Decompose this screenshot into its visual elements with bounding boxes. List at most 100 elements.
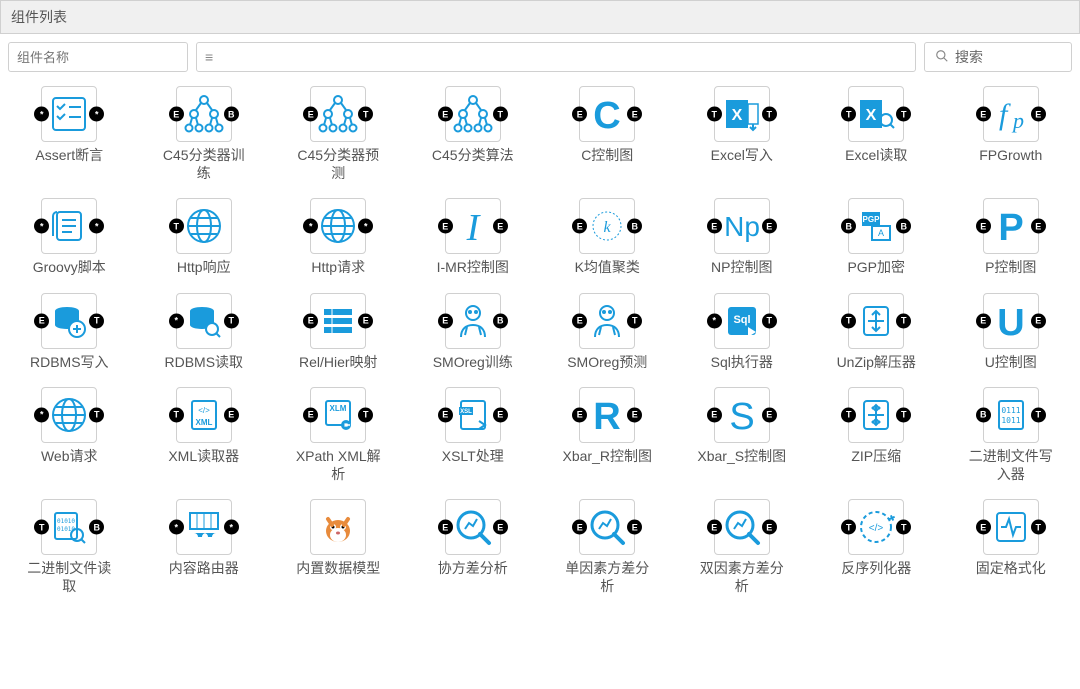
component-item[interactable]: EEXbar_S控制图 xyxy=(677,387,808,483)
port-left[interactable]: E xyxy=(303,407,318,422)
port-left[interactable]: E xyxy=(169,107,184,122)
component-item[interactable]: EBK均值聚类 xyxy=(542,198,673,276)
port-left[interactable]: E xyxy=(438,107,453,122)
port-right[interactable]: B xyxy=(89,520,104,535)
port-left[interactable]: E xyxy=(707,520,722,535)
port-left[interactable]: E xyxy=(572,520,587,535)
port-right[interactable]: T xyxy=(493,107,508,122)
component-item[interactable]: TTExcel写入 xyxy=(677,86,808,182)
port-right[interactable]: T xyxy=(224,313,239,328)
component-item[interactable]: EEI-MR控制图 xyxy=(408,198,539,276)
port-right[interactable]: T xyxy=(358,407,373,422)
port-right[interactable]: E xyxy=(627,407,642,422)
component-item[interactable]: BT二进制文件写入器 xyxy=(946,387,1077,483)
port-left[interactable]: T xyxy=(841,313,856,328)
component-item[interactable]: *TSql执行器 xyxy=(677,293,808,371)
component-item[interactable]: TTExcel读取 xyxy=(811,86,942,182)
component-item[interactable]: EE单因素方差分析 xyxy=(542,499,673,595)
port-left[interactable]: T xyxy=(841,520,856,535)
port-right[interactable]: E xyxy=(1031,219,1046,234)
component-item[interactable]: **Http请求 xyxy=(273,198,404,276)
component-item[interactable]: *TWeb请求 xyxy=(4,387,135,483)
port-right[interactable]: T xyxy=(89,313,104,328)
port-right[interactable]: E xyxy=(358,313,373,328)
component-item[interactable]: **Assert断言 xyxy=(4,86,135,182)
component-item[interactable]: TEXML读取器 xyxy=(139,387,270,483)
component-item[interactable]: **Groovy脚本 xyxy=(4,198,135,276)
port-right[interactable]: * xyxy=(89,219,104,234)
component-item[interactable]: EE协方差分析 xyxy=(408,499,539,595)
component-item[interactable]: ET固定格式化 xyxy=(946,499,1077,595)
component-item[interactable]: **内容路由器 xyxy=(139,499,270,595)
port-right[interactable]: B xyxy=(224,107,239,122)
port-right[interactable]: E xyxy=(762,407,777,422)
component-item[interactable]: 内置数据模型 xyxy=(273,499,404,595)
port-right[interactable]: T xyxy=(1031,520,1046,535)
component-item[interactable]: EBSMOreg训练 xyxy=(408,293,539,371)
port-right[interactable]: T xyxy=(1031,407,1046,422)
component-item[interactable]: TB二进制文件读取 xyxy=(4,499,135,595)
port-left[interactable]: E xyxy=(976,313,991,328)
port-right[interactable]: T xyxy=(762,313,777,328)
port-right[interactable]: T xyxy=(896,313,911,328)
component-item[interactable]: ETRDBMS写入 xyxy=(4,293,135,371)
component-item[interactable]: EEFPGrowth xyxy=(946,86,1077,182)
port-left[interactable]: E xyxy=(438,219,453,234)
component-item[interactable]: ETC45分类器预测 xyxy=(273,86,404,182)
port-left[interactable]: E xyxy=(976,520,991,535)
component-name-input[interactable] xyxy=(8,42,188,72)
port-left[interactable]: * xyxy=(34,407,49,422)
port-left[interactable]: E xyxy=(572,407,587,422)
port-left[interactable]: E xyxy=(572,219,587,234)
port-right[interactable]: * xyxy=(89,107,104,122)
port-left[interactable]: E xyxy=(438,520,453,535)
port-right[interactable]: B xyxy=(896,219,911,234)
component-item[interactable]: EEXSLT处理 xyxy=(408,387,539,483)
port-left[interactable]: T xyxy=(707,107,722,122)
port-left[interactable]: E xyxy=(707,219,722,234)
port-left[interactable]: E xyxy=(303,107,318,122)
port-right[interactable]: T xyxy=(896,407,911,422)
port-right[interactable]: E xyxy=(1031,107,1046,122)
search-button[interactable]: 搜索 xyxy=(924,42,1072,72)
component-item[interactable]: TTZIP压缩 xyxy=(811,387,942,483)
port-left[interactable]: E xyxy=(572,107,587,122)
component-item[interactable]: ETSMOreg预测 xyxy=(542,293,673,371)
port-right[interactable]: * xyxy=(224,520,239,535)
port-right[interactable]: E xyxy=(493,219,508,234)
component-item[interactable]: EEC控制图 xyxy=(542,86,673,182)
port-left[interactable]: * xyxy=(34,107,49,122)
port-right[interactable]: B xyxy=(627,219,642,234)
component-item[interactable]: *TRDBMS读取 xyxy=(139,293,270,371)
port-left[interactable]: * xyxy=(707,313,722,328)
port-right[interactable]: T xyxy=(358,107,373,122)
port-left[interactable]: T xyxy=(841,107,856,122)
component-item[interactable]: EBC45分类器训练 xyxy=(139,86,270,182)
port-left[interactable]: E xyxy=(976,107,991,122)
component-item[interactable]: EEP控制图 xyxy=(946,198,1077,276)
component-item[interactable]: TT反序列化器 xyxy=(811,499,942,595)
port-left[interactable]: T xyxy=(34,520,49,535)
component-item[interactable]: EEXbar_R控制图 xyxy=(542,387,673,483)
port-right[interactable]: E xyxy=(762,520,777,535)
port-right[interactable]: T xyxy=(896,107,911,122)
port-left[interactable]: * xyxy=(169,313,184,328)
port-right[interactable]: T xyxy=(627,313,642,328)
port-left[interactable]: * xyxy=(169,520,184,535)
port-right[interactable]: E xyxy=(627,107,642,122)
component-item[interactable]: BBPGP加密 xyxy=(811,198,942,276)
port-left[interactable]: E xyxy=(572,313,587,328)
component-item[interactable]: EEU控制图 xyxy=(946,293,1077,371)
port-left[interactable]: B xyxy=(976,407,991,422)
component-item[interactable]: EENP控制图 xyxy=(677,198,808,276)
port-left[interactable]: B xyxy=(841,219,856,234)
port-right[interactable]: * xyxy=(358,219,373,234)
port-right[interactable]: T xyxy=(896,520,911,535)
port-right[interactable]: E xyxy=(493,520,508,535)
port-left[interactable]: E xyxy=(34,313,49,328)
port-right[interactable]: E xyxy=(224,407,239,422)
port-right[interactable]: B xyxy=(493,313,508,328)
port-left[interactable]: E xyxy=(303,313,318,328)
port-left[interactable]: E xyxy=(438,313,453,328)
component-item[interactable]: EERel/Hier映射 xyxy=(273,293,404,371)
